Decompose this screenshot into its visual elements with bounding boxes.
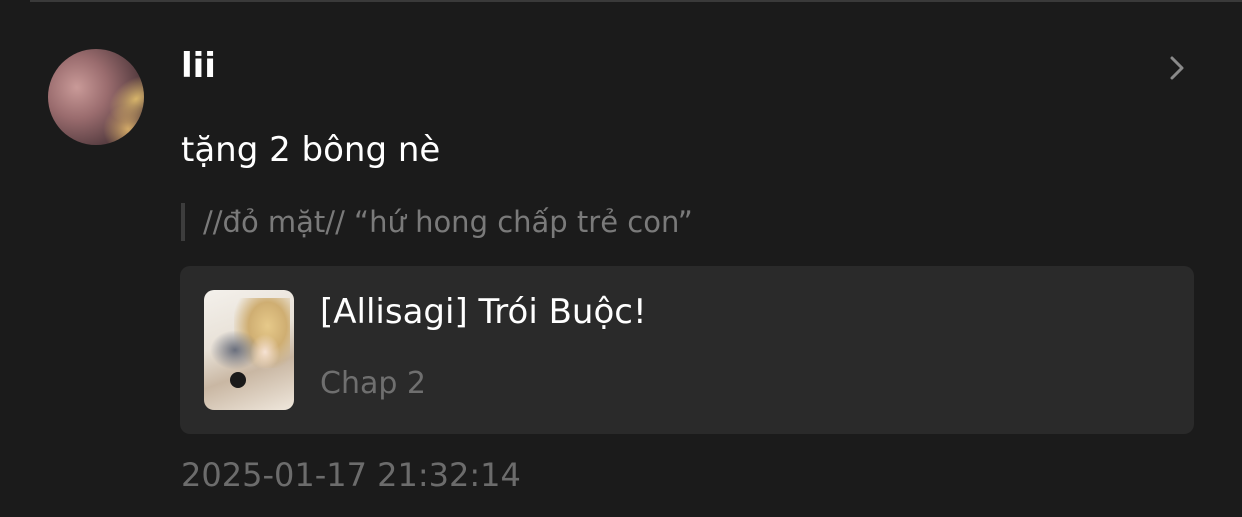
comment-text: tặng 2 bông nè <box>181 130 441 170</box>
cover-skin <box>250 334 280 370</box>
username[interactable]: lii <box>181 46 216 86</box>
avatar[interactable] <box>48 49 144 145</box>
top-divider <box>30 0 1242 2</box>
manga-chapter[interactable]: Chap 2 <box>320 364 426 404</box>
comment-timestamp: 2025-01-17 21:32:14 <box>181 456 521 494</box>
manga-title[interactable]: [Allisagi] Trói Buộc! <box>320 290 647 334</box>
quote-bar <box>181 203 185 241</box>
cover-rose <box>230 372 246 388</box>
manga-card[interactable]: [Allisagi] Trói Buộc! Chap 2 <box>180 266 1194 434</box>
avatar-shade <box>103 104 144 145</box>
manga-cover[interactable] <box>204 290 294 410</box>
chevron-right-icon[interactable] <box>1166 55 1188 81</box>
quoted-reply-text: //đỏ mặt// “hứ hong chấp trẻ con” <box>203 205 693 239</box>
